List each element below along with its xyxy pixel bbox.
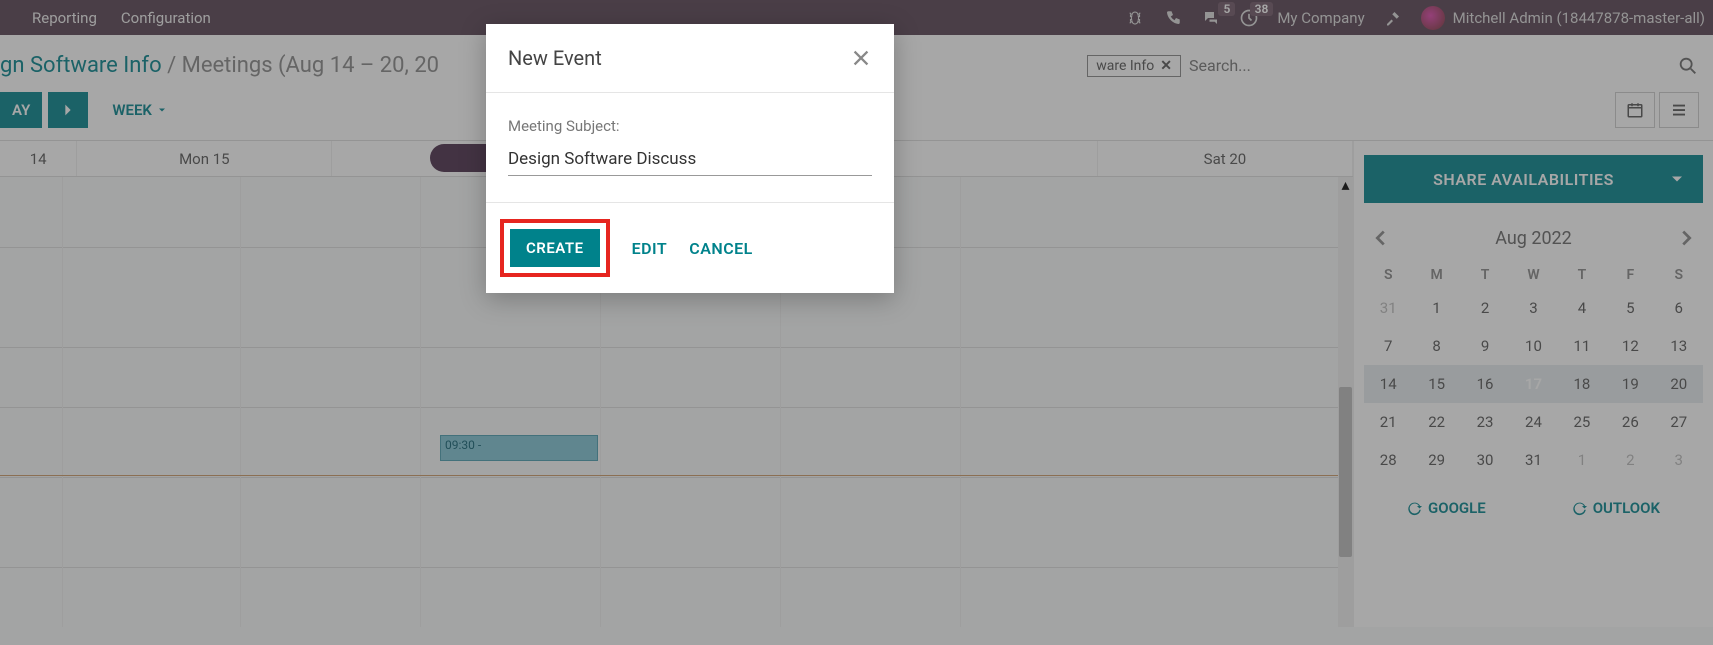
new-event-modal: New Event Meeting Subject: CREATE EDIT C… [486, 24, 894, 293]
close-icon[interactable] [850, 47, 872, 69]
edit-button[interactable]: EDIT [632, 239, 668, 258]
create-highlight: CREATE [500, 219, 610, 277]
modal-title: New Event [508, 46, 602, 70]
meeting-subject-label: Meeting Subject: [508, 117, 872, 135]
cancel-button[interactable]: CANCEL [689, 239, 753, 258]
create-button[interactable]: CREATE [510, 229, 600, 267]
meeting-subject-input[interactable] [508, 145, 872, 176]
